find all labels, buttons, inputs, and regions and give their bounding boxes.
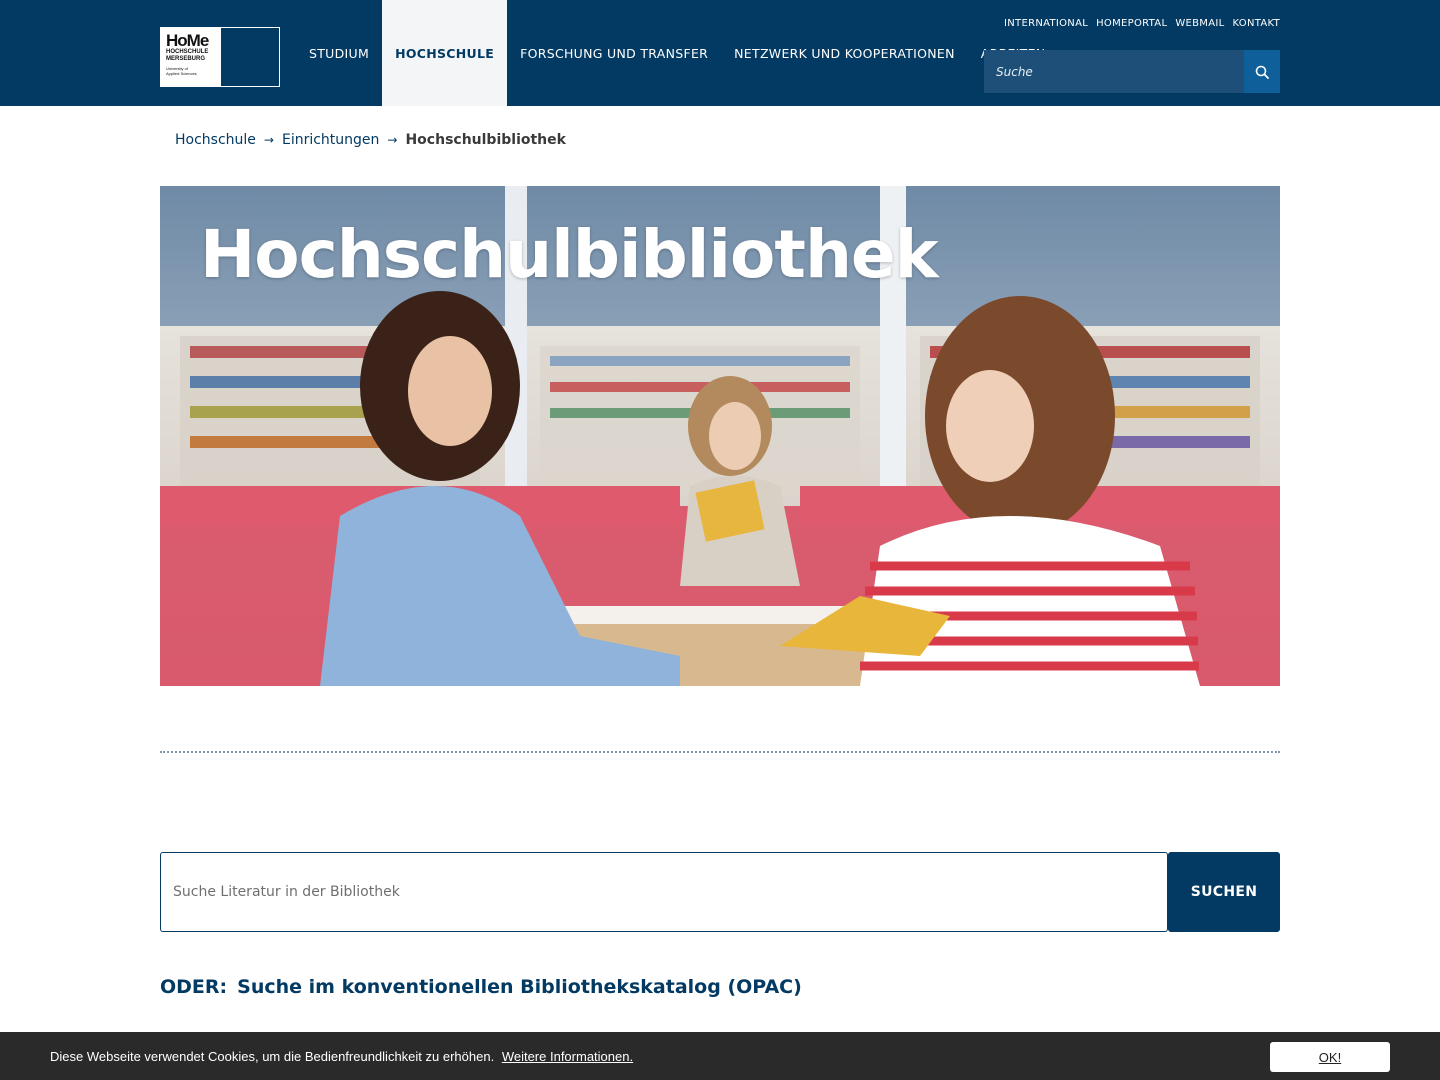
- site-header: HoMe HOCHSCHULE MERSEBURG University of …: [0, 0, 1440, 106]
- library-search-input[interactable]: [160, 852, 1168, 932]
- logo-title: HoMe: [166, 31, 209, 50]
- nav-item-studium[interactable]: STUDIUM: [296, 0, 382, 106]
- cookie-text: Diese Webseite verwendet Cookies, um die…: [50, 1049, 495, 1064]
- top-link-webmail[interactable]: WEBMAIL: [1175, 18, 1224, 29]
- library-search-button[interactable]: SUCHEN: [1168, 852, 1280, 932]
- site-search-button[interactable]: [1244, 50, 1280, 93]
- logo-line-1: HOCHSCHULE: [166, 49, 209, 55]
- cookie-more-info-link[interactable]: Weitere Informationen.: [502, 1049, 633, 1064]
- section-divider: [160, 751, 1280, 753]
- main-nav: STUDIUM HOCHSCHULE FORSCHUNG UND TRANSFE…: [296, 0, 1058, 106]
- university-logo[interactable]: HoMe HOCHSCHULE MERSEBURG University of …: [160, 27, 280, 87]
- logo-line-2: MERSEBURG: [166, 56, 206, 62]
- site-search-input[interactable]: [984, 50, 1244, 93]
- cookie-banner: Diese Webseite verwendet Cookies, um die…: [0, 1032, 1440, 1080]
- arrow-right-icon: →: [263, 133, 274, 147]
- breadcrumb: Hochschule → Einrichtungen → Hochschulbi…: [175, 132, 566, 148]
- arrow-right-icon: →: [387, 133, 398, 147]
- opac-link[interactable]: Suche im konventionellen Bibliothekskata…: [237, 976, 802, 998]
- cookie-accept-button[interactable]: OK!: [1270, 1042, 1390, 1072]
- cookie-message: Diese Webseite verwendet Cookies, um die…: [50, 1049, 633, 1064]
- breadcrumb-link-einrichtungen[interactable]: Einrichtungen: [282, 132, 379, 148]
- opac-line: ODER: Suche im konventionellen Bibliothe…: [160, 976, 802, 998]
- breadcrumb-current: Hochschulbibliothek: [405, 132, 566, 148]
- top-link-kontakt[interactable]: KONTAKT: [1232, 18, 1280, 29]
- logo-line-4: Applied Sciences: [166, 71, 197, 76]
- nav-item-hochschule[interactable]: HOCHSCHULE: [382, 0, 508, 106]
- opac-prefix: ODER:: [160, 976, 228, 998]
- logo-mark: HoMe HOCHSCHULE MERSEBURG University of …: [161, 28, 221, 86]
- breadcrumb-link-hochschule[interactable]: Hochschule: [175, 132, 256, 148]
- top-link-homeportal[interactable]: HOMEPORTAL: [1096, 18, 1167, 29]
- page-title: Hochschulbibliothek: [200, 216, 939, 293]
- hero-image: Hochschulbibliothek: [160, 186, 1280, 686]
- nav-item-netzwerk[interactable]: NETZWERK UND KOOPERATIONEN: [721, 0, 968, 106]
- nav-item-forschung[interactable]: FORSCHUNG UND TRANSFER: [507, 0, 721, 106]
- search-icon: [1255, 65, 1269, 79]
